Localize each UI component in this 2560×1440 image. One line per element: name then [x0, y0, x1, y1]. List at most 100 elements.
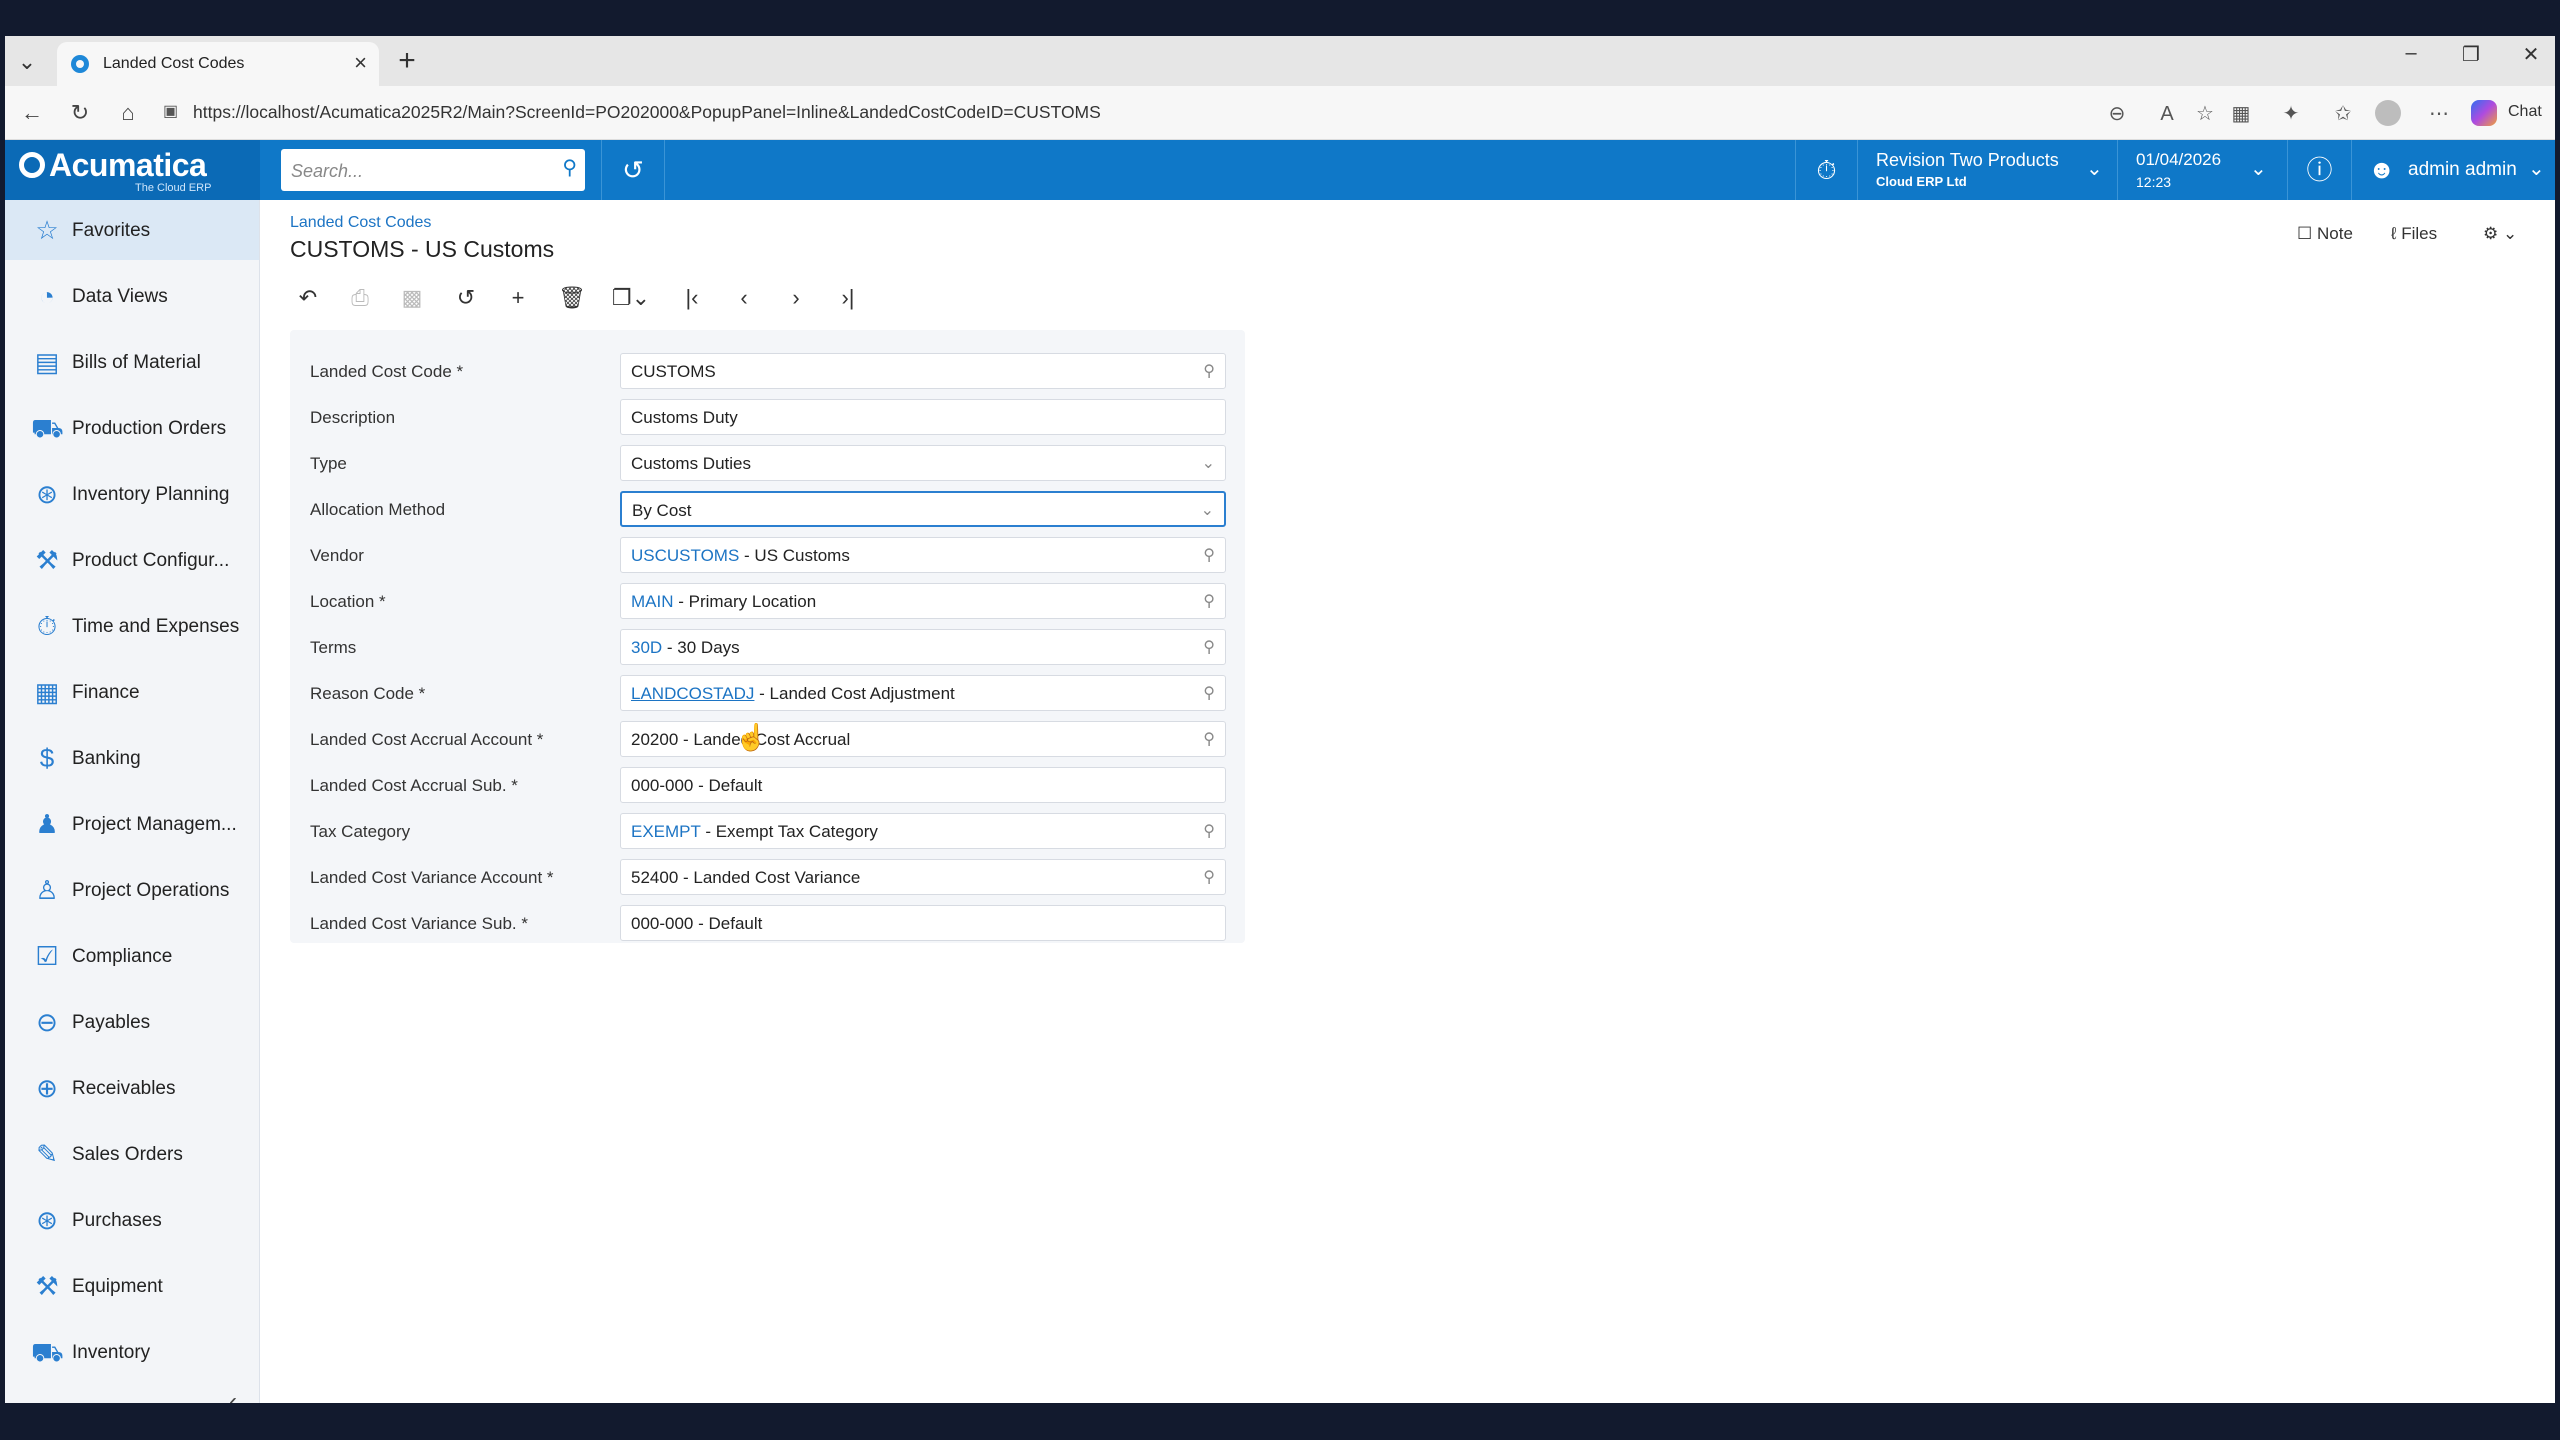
allocation-method-dropdown[interactable]: By Cost ⌄ [620, 491, 1226, 527]
collapse-sidebar-icon[interactable]: ‹ [229, 1388, 237, 1403]
tax-category-link[interactable]: EXEMPT [631, 822, 701, 841]
profile-avatar[interactable] [2375, 100, 2401, 126]
sidebar-item-compliance[interactable]: ☑ Compliance [5, 926, 259, 986]
field-label: Allocation Method [310, 500, 446, 519]
read-aloud-icon[interactable]: A [2153, 100, 2181, 128]
more-icon[interactable]: ⋯ [2425, 100, 2453, 128]
site-info-icon[interactable]: ▣ [163, 101, 181, 123]
tax-category-field[interactable]: EXEMPT - Exempt Tax Category ⚲ [620, 813, 1226, 849]
company-selector[interactable]: Revision Two Products Cloud ERP Ltd ⌄ [1857, 140, 2117, 200]
last-record-icon[interactable]: ›| [830, 280, 866, 316]
browser-tab[interactable]: Landed Cost Codes × [57, 42, 379, 86]
chevron-down-icon: ⌄ [1201, 455, 1215, 472]
copy-paste-icon[interactable]: ❐⌄ [606, 280, 656, 316]
accrual-sub-field[interactable]: 000-000 - Default [620, 767, 1226, 803]
vendor-link[interactable]: USCUSTOMS [631, 546, 739, 565]
search-icon[interactable]: ⚲ [1203, 729, 1215, 749]
files-button[interactable]: ℓ Files [2391, 224, 2437, 244]
zoom-out-icon[interactable]: ⊖ [2103, 100, 2131, 128]
search-icon[interactable]: ⚲ [1203, 545, 1215, 565]
reload-icon[interactable]: ↻ [65, 98, 95, 128]
sidebar-item-receivables[interactable]: ⊕ Receivables [5, 1058, 259, 1118]
previous-record-icon[interactable]: ‹ [726, 280, 762, 316]
undo-icon[interactable]: ↺ [448, 280, 484, 316]
sidebar-item-time-and-expenses[interactable]: ⏱ Time and Expenses [5, 596, 259, 656]
search-input[interactable]: Search... [291, 161, 363, 182]
location-field[interactable]: MAIN - Primary Location ⚲ [620, 583, 1226, 619]
search-icon[interactable]: ⚲ [1203, 637, 1215, 657]
sidebar-item-project-management[interactable]: ♟ Project Managem... [5, 794, 259, 854]
sidebar-item-sales-orders[interactable]: ✎ Sales Orders [5, 1124, 259, 1184]
sidebar-item-equipment[interactable]: ⚒ Equipment [5, 1256, 259, 1316]
extension-icon[interactable]: ▦ [2227, 100, 2255, 128]
timer-icon[interactable]: ⏱ [1795, 140, 1857, 200]
terms-field[interactable]: 30D - 30 Days ⚲ [620, 629, 1226, 665]
minimize-icon[interactable]: – [2391, 42, 2431, 65]
location-link[interactable]: MAIN [631, 592, 674, 611]
user-menu[interactable]: ☻ admin admin ⌄ [2351, 140, 2555, 200]
favorite-star-icon[interactable]: ☆ [2191, 100, 2219, 128]
sidebar-item-bills-of-material[interactable]: ▤ Bills of Material [5, 332, 259, 392]
settings-menu[interactable]: ⚙ ⌄ [2483, 224, 2517, 244]
sidebar-item-inventory[interactable]: ⛟ Inventory [5, 1322, 259, 1382]
back-icon[interactable]: ← [17, 98, 47, 128]
variance-sub-field[interactable]: 000-000 - Default [620, 905, 1226, 941]
more-dots-icon[interactable]: ••• [23, 1398, 46, 1403]
search-icon[interactable]: ⚲ [1203, 821, 1215, 841]
sidebar-item-finance[interactable]: ▦ Finance [5, 662, 259, 722]
search-icon[interactable]: ⚲ [1203, 591, 1215, 611]
search-icon[interactable]: ⚲ [1203, 867, 1215, 887]
sidebar-item-project-operations[interactable]: ♙ Project Operations [5, 860, 259, 920]
favorites-icon[interactable]: ✩ [2329, 100, 2357, 128]
company-subtitle: Cloud ERP Ltd [1876, 174, 1967, 189]
business-date-selector[interactable]: 01/04/2026 12:23 ⌄ [2117, 140, 2287, 200]
sidebar-item-banking[interactable]: $ Banking [5, 728, 259, 788]
save-close-icon: ⎙ [351, 285, 369, 310]
calculator-icon: ▦ [34, 677, 60, 707]
restore-icon[interactable]: ❐ [2451, 42, 2491, 67]
sidebar-item-purchases[interactable]: ⊛ Purchases [5, 1190, 259, 1250]
puzzle-icon[interactable]: ✦ [2277, 100, 2305, 128]
delete-icon[interactable]: 🗑 [554, 280, 590, 316]
variance-account-field[interactable]: 52400 - Landed Cost Variance ⚲ [620, 859, 1226, 895]
sidebar-item-payables[interactable]: ⊖ Payables [5, 992, 259, 1052]
copilot-icon[interactable] [2471, 100, 2497, 126]
type-dropdown[interactable]: Customs Duties ⌄ [620, 445, 1226, 481]
reason-code-link[interactable]: LANDCOSTADJ [631, 684, 754, 703]
reason-code-row: Reason Code * LANDCOSTADJ - Landed Cost … [290, 670, 1245, 716]
sidebar-item-inventory-planning[interactable]: ⊛ Inventory Planning [5, 464, 259, 524]
breadcrumb[interactable]: Landed Cost Codes [290, 214, 431, 232]
tab-list-chevron-icon[interactable]: ⌄ [13, 48, 41, 76]
sidebar-item-product-configurator[interactable]: ⚒ Product Configur... [5, 530, 259, 590]
terms-link[interactable]: 30D [631, 638, 662, 657]
help-icon[interactable]: ⓘ [2287, 140, 2351, 200]
accrual-account-field[interactable]: 20200 - Landed Cost Accrual ⚲ [620, 721, 1226, 757]
note-button[interactable]: ☐ Note [2297, 224, 2353, 244]
business-time: 12:23 [2136, 174, 2172, 190]
description-field[interactable]: Customs Duty [620, 399, 1226, 435]
search-box[interactable]: Search... ⚲ [281, 149, 585, 191]
landed-cost-code-field[interactable]: CUSTOMS ⚲ [620, 353, 1226, 389]
chat-label[interactable]: Chat [2508, 103, 2542, 121]
home-icon[interactable]: ⌂ [113, 98, 143, 128]
sidebar-item-label: Inventory [72, 1342, 151, 1363]
history-icon[interactable]: ↺ [601, 140, 665, 200]
acumatica-logo[interactable]: Acumatica The Cloud ERP [5, 140, 260, 200]
new-tab-icon[interactable]: + [389, 44, 425, 78]
sidebar-item-favorites[interactable]: ☆ Favorites [5, 200, 259, 260]
first-record-icon[interactable]: |‹ [674, 280, 710, 316]
url-field[interactable]: https://localhost/Acumatica2025R2/Main?S… [193, 102, 1101, 123]
search-icon[interactable]: ⚲ [562, 155, 577, 180]
tab-close-icon[interactable]: × [354, 50, 367, 76]
search-icon[interactable]: ⚲ [1203, 361, 1215, 381]
sidebar-item-data-views[interactable]: ◔ Data Views [5, 266, 259, 326]
back-arrow-icon[interactable]: ↶ [290, 280, 326, 316]
add-icon[interactable]: + [500, 280, 536, 316]
search-icon[interactable]: ⚲ [1203, 683, 1215, 703]
next-record-icon[interactable]: › [778, 280, 814, 316]
landed-cost-code-form: Landed Cost Code * CUSTOMS ⚲ Description… [290, 330, 1245, 943]
vendor-field[interactable]: USCUSTOMS - US Customs ⚲ [620, 537, 1226, 573]
reason-code-field[interactable]: LANDCOSTADJ - Landed Cost Adjustment ⚲ [620, 675, 1226, 711]
sidebar-item-production-orders[interactable]: ⛟ Production Orders [5, 398, 259, 458]
window-close-icon[interactable]: ✕ [2511, 42, 2551, 67]
